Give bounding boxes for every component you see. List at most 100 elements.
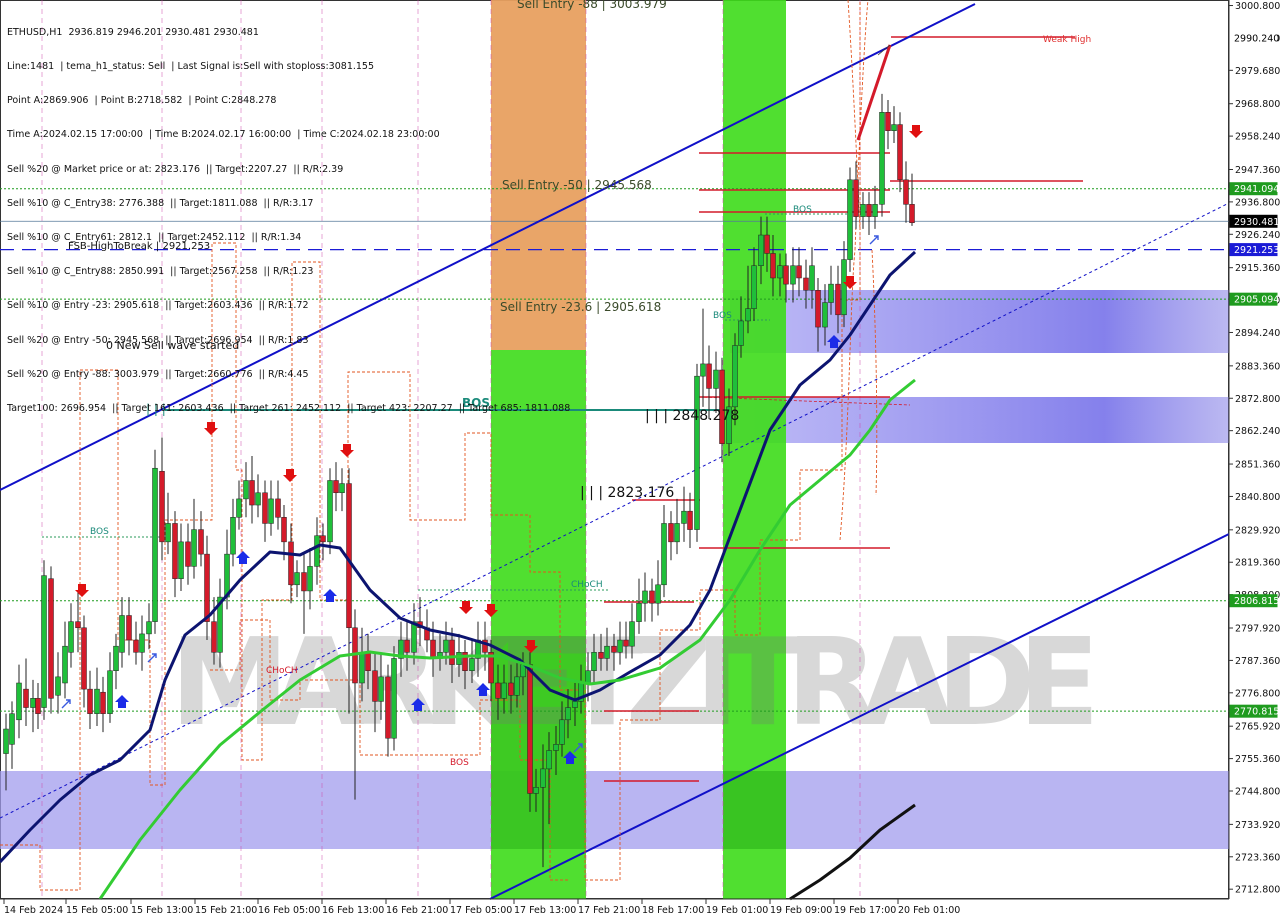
bos-small-label: BOS [90,527,109,537]
candle-body [687,510,693,530]
candle-body [469,658,475,671]
bearish-candle [668,511,674,561]
bullish-candle [879,93,885,217]
price-badge-label: 2941.094 [1234,184,1279,195]
candle-body [897,124,903,181]
bullish-candle [41,560,47,720]
bearish-candle [81,615,87,708]
candle-body [23,688,29,708]
candle-body [198,529,204,555]
info-line: Line:1481 | tema_h1_status: Sell | Last … [7,61,375,73]
candle-body [636,602,642,622]
bearish-candle [288,523,294,604]
candle-body [230,517,236,555]
y-tick-label: 2829.920 [1235,525,1280,536]
candle-body [404,639,410,653]
outline-arrow-icon [61,699,71,709]
candle-body [700,363,706,377]
candle-body [35,698,41,714]
candle-body [126,615,132,641]
chart-root: MARKETZITRADE Sell Entry -88 | 3003.979 Se… [0,0,1280,920]
y-tick-label: 2968.800 [1235,99,1280,110]
y-tick-label: 2915.360 [1235,263,1280,274]
candle-body [236,498,242,518]
candle-body [777,265,783,279]
candle-body [255,492,261,506]
candle-body [508,682,514,696]
candle-body [572,701,578,708]
bullish-candle [243,462,249,518]
info-line: Sell %20 @ Entry -50: 2945.568 || Target… [7,334,309,346]
candle-body [113,645,119,671]
candle-body [585,670,591,684]
candle-body [288,541,294,586]
choch-label: CHoCH [571,580,603,590]
candle-body [224,553,230,598]
candle-body [133,639,139,653]
bullish-candle [700,308,706,407]
candle-body [527,664,533,794]
bullish-candle [230,498,236,567]
candle-body [694,375,700,530]
candle-body [891,124,897,131]
y-tick-label: 2723.360 [1235,852,1280,863]
bearish-candle [126,597,132,656]
bearish-candle [903,161,909,223]
y-tick-label: 2776.800 [1235,688,1280,699]
bullish-candle [327,468,333,555]
candle-body [378,676,384,702]
candle-body [674,523,680,543]
outline-arrow-icon [869,235,879,245]
sell-arrow-icon [75,584,89,597]
candle-body [55,676,61,696]
candle-body [443,639,449,653]
sell-arrow-icon [283,469,297,482]
candle-body [738,320,744,346]
bullish-candle [146,603,152,650]
bearish-candle [198,511,204,567]
y-tick-label: 2712.800 [1235,885,1280,896]
bullish-candle [68,603,74,668]
candle-body [783,265,789,285]
info-line: Sell %20 @ Entry -88: 3003.979 || Target… [7,368,309,380]
bearish-candle [885,100,891,150]
candle-body [719,369,725,444]
y-tick-label: 2979.680 [1235,66,1280,77]
y-tick-label: 2819.360 [1235,558,1280,569]
x-tick-label: 15 Feb 21:00 [195,905,257,916]
candle-body [872,204,878,217]
info-line: Target100: 2696.954 || Target 161: 2603.… [7,403,571,415]
candle-body [514,676,520,696]
y-tick-label: 2883.360 [1235,361,1280,372]
bullish-candle [307,547,313,610]
candle-body [565,707,571,721]
info-line: Time A:2024.02.15 17:00:00 | Time B:2024… [7,129,440,141]
candle-body [30,698,36,708]
sell-arrow-icon [909,125,923,138]
bullish-candle [713,351,719,413]
candle-body [48,578,54,699]
candle-body [533,787,539,794]
x-tick-label: 17 Feb 21:00 [578,905,640,916]
bullish-candle [847,167,853,272]
x-tick-label: 17 Feb 13:00 [514,905,576,916]
candle-body [333,480,339,494]
candle-body [87,688,93,714]
bullish-candle [139,615,145,671]
price-badge-label: 2930.481 [1234,217,1279,228]
candle-body [75,621,81,629]
info-line: Sell %10 @ Entry -23: 2905.618 || Target… [7,300,309,312]
candle-body [385,676,391,739]
bearish-candle [897,112,903,193]
x-tick-label: 16 Feb 05:00 [258,905,320,916]
info-line: ETHUSD,H1 2936.819 2946.201 2930.481 293… [7,26,259,38]
y-tick-label: 2765.920 [1235,722,1280,733]
candle-body [885,112,891,131]
bearish-candle [262,480,268,542]
bearish-candle [275,480,281,530]
watermark: MARKETZITRADE [170,614,1100,753]
candle-body [268,498,274,524]
green-zone-right-dark [723,771,786,849]
candle-body [314,535,320,567]
bearish-candle [687,492,693,548]
